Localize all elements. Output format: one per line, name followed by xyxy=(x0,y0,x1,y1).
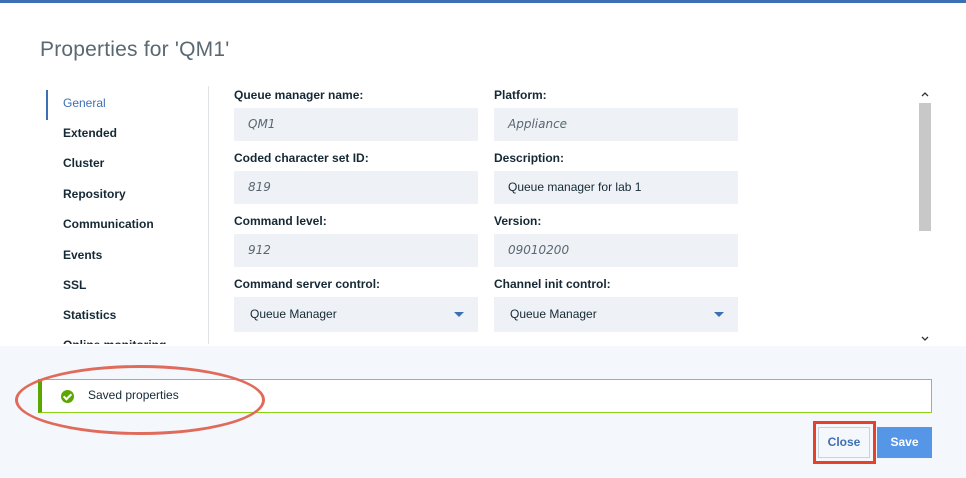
dialog-title: Properties for 'QM1' xyxy=(40,38,230,61)
qm-name-field: QM1 xyxy=(234,108,478,141)
nav-item-statistics[interactable]: Statistics xyxy=(44,300,204,330)
nav-item-online-monitoring[interactable]: Online monitoring xyxy=(44,330,204,344)
qm-name-label: Queue manager name: xyxy=(234,88,364,102)
caret-down-icon xyxy=(714,312,724,317)
nav-item-events[interactable]: Events xyxy=(44,240,204,270)
channel-init-control-select[interactable]: Queue Manager xyxy=(494,297,738,332)
scrollbar-thumb[interactable] xyxy=(919,103,931,231)
caret-down-icon xyxy=(454,312,464,317)
command-level-label: Command level: xyxy=(234,214,327,228)
ccsid-field: 819 xyxy=(234,171,478,204)
description-label: Description: xyxy=(494,151,565,165)
nav-item-communication[interactable]: Communication xyxy=(44,209,204,239)
save-button[interactable]: Save xyxy=(877,427,932,458)
channel-init-control-value: Queue Manager xyxy=(510,307,597,321)
properties-nav: General Extended Cluster Repository Comm… xyxy=(44,86,209,344)
cmd-server-control-select[interactable]: Queue Manager xyxy=(234,297,478,332)
nav-item-cluster[interactable]: Cluster xyxy=(44,148,204,178)
scroll-up-icon[interactable] xyxy=(919,88,931,100)
scroll-down-icon[interactable] xyxy=(919,333,931,345)
platform-label: Platform: xyxy=(494,88,547,102)
version-field: 09010200 xyxy=(494,234,738,267)
dialog-top-border xyxy=(0,0,966,3)
nav-item-ssl[interactable]: SSL xyxy=(44,270,204,300)
cmd-server-control-label: Command server control: xyxy=(234,277,381,291)
channel-init-control-label: Channel init control: xyxy=(494,277,611,291)
annotation-ellipse xyxy=(15,365,265,435)
general-properties-form: Queue manager name: QM1 Platform: Applia… xyxy=(234,84,924,344)
annotation-rectangle xyxy=(813,421,876,464)
platform-field: Appliance xyxy=(494,108,738,141)
version-label: Version: xyxy=(494,214,542,228)
ccsid-label: Coded character set ID: xyxy=(234,151,369,165)
command-level-field: 912 xyxy=(234,234,478,267)
cmd-server-control-value: Queue Manager xyxy=(250,307,337,321)
nav-item-general[interactable]: General xyxy=(44,88,204,120)
nav-item-extended[interactable]: Extended xyxy=(44,118,204,148)
description-input[interactable]: Queue manager for lab 1 xyxy=(494,171,738,204)
nav-item-repository[interactable]: Repository xyxy=(44,179,204,209)
